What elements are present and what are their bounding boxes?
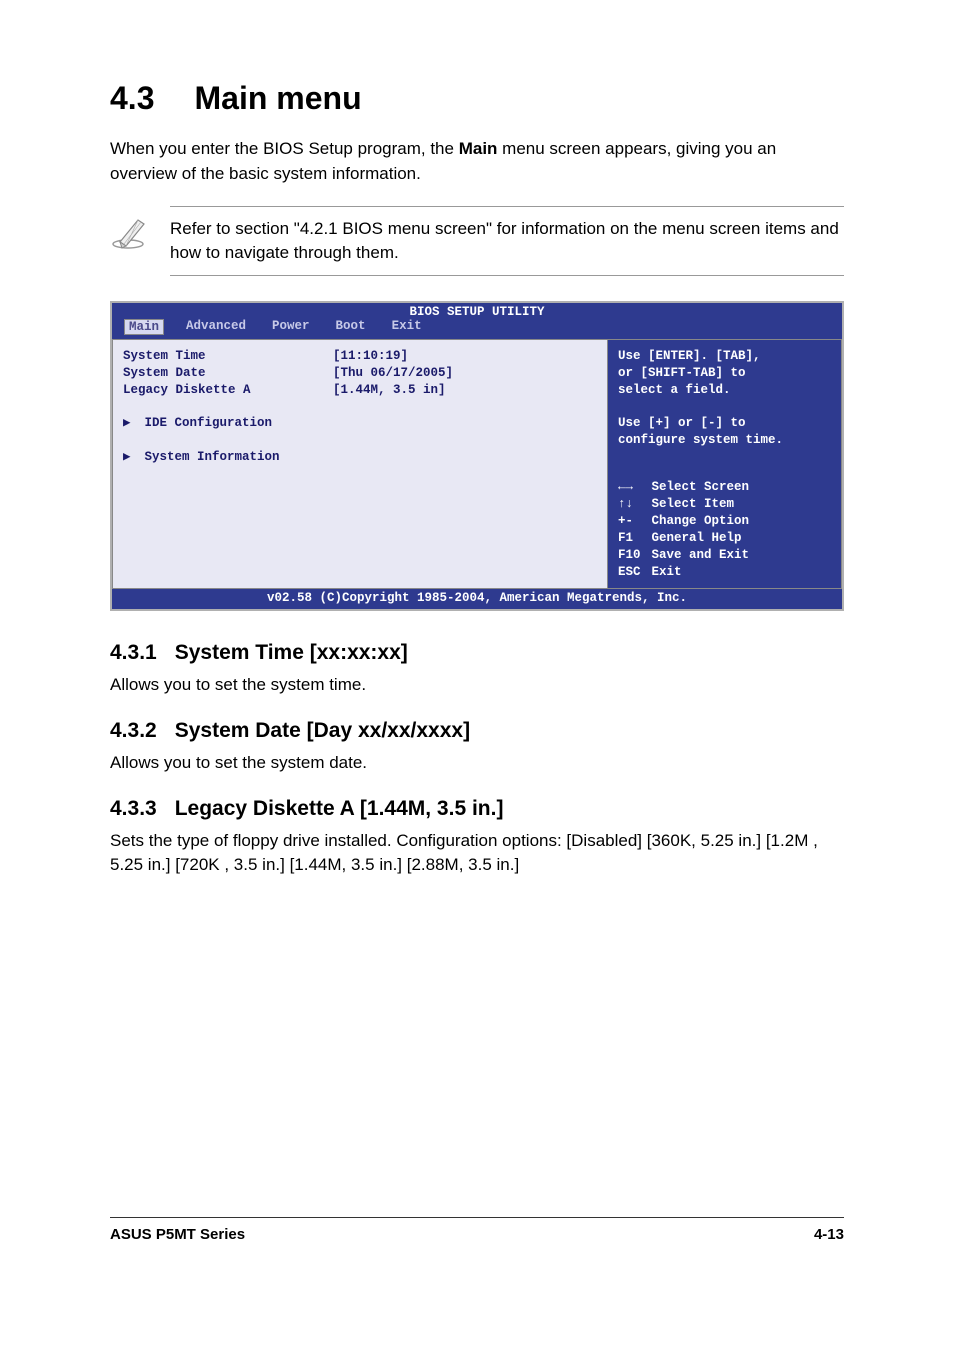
bios-tab-advanced: Advanced (182, 319, 250, 335)
note-text: Refer to section "4.2.1 BIOS menu screen… (170, 206, 844, 276)
bios-left-panel: System Time System Date Legacy Diskette … (112, 339, 607, 590)
arrows-ud-icon: ↑↓ (618, 496, 644, 513)
bios-nav-keys: ←→ Select Screen ↑↓ Select Item +- Chang… (618, 479, 831, 580)
note-callout: Refer to section "4.2.1 BIOS menu screen… (110, 206, 844, 276)
bios-value-system-date: [Thu 06/17/2005] (333, 365, 597, 382)
section-title: System Date [Day xx/xx/xxxx] (175, 719, 470, 742)
section-title: System Time [xx:xx:xx] (175, 641, 408, 664)
intro-before: When you enter the BIOS Setup program, t… (110, 139, 459, 158)
page-title: 4.3 Main menu (110, 80, 844, 117)
section-heading-legacy-diskette: 4.3.3 Legacy Diskette A [1.44M, 3.5 in.] (110, 797, 844, 821)
f10-key: F10 (618, 547, 644, 564)
bios-tab-exit: Exit (388, 319, 426, 335)
section-body-legacy-diskette: Sets the type of floppy drive installed.… (110, 829, 844, 877)
section-heading-system-time: 4.3.1 System Time [xx:xx:xx] (110, 641, 844, 665)
section-heading-system-date: 4.3.2 System Date [Day xx/xx/xxxx] (110, 719, 844, 743)
bios-screenshot: BIOS SETUP UTILITY Main Advanced Power B… (110, 301, 844, 612)
bios-help-panel: Use [ENTER]. [TAB], or [SHIFT-TAB] to se… (607, 339, 842, 590)
page-footer: ASUS P5MT Series 4-13 (110, 1217, 844, 1243)
bios-body: System Time System Date Legacy Diskette … (112, 339, 842, 590)
bios-tab-power: Power (268, 319, 314, 335)
section-number: 4.3.2 (110, 719, 157, 743)
section-number: 4.3.3 (110, 797, 157, 821)
bios-tab-main: Main (124, 319, 164, 335)
heading-number: 4.3 (110, 80, 154, 117)
bios-menu-system-information: ▶ System Information (123, 449, 333, 466)
plus-minus-key: +- (618, 513, 644, 530)
arrows-lr-icon: ←→ (618, 479, 644, 496)
bios-tab-boot: Boot (332, 319, 370, 335)
bios-help-text: Use [ENTER]. [TAB], or [SHIFT-TAB] to se… (618, 348, 831, 449)
bios-title: BIOS SETUP UTILITY (112, 303, 842, 319)
bios-value-legacy-diskette: [1.44M, 3.5 in] (333, 382, 597, 399)
bios-label-legacy-diskette: Legacy Diskette A (123, 382, 333, 399)
bios-menu-ide-configuration: ▶ IDE Configuration (123, 415, 333, 432)
footer-right: 4-13 (814, 1226, 844, 1243)
bios-tabs: Main Advanced Power Boot Exit (112, 319, 842, 339)
bios-label-system-date: System Date (123, 365, 333, 382)
heading-text: Main menu (194, 80, 361, 116)
intro-paragraph: When you enter the BIOS Setup program, t… (110, 137, 844, 186)
section-title: Legacy Diskette A [1.44M, 3.5 in.] (175, 797, 504, 820)
submenu-arrow-icon: ▶ (123, 415, 137, 432)
bios-footer: v02.58 (C)Copyright 1985-2004, American … (112, 589, 842, 609)
f1-key: F1 (618, 530, 644, 547)
bios-label-system-time: System Time (123, 348, 333, 365)
intro-main: Main (459, 139, 498, 158)
footer-left: ASUS P5MT Series (110, 1226, 245, 1243)
section-body-system-date: Allows you to set the system date. (110, 751, 844, 775)
section-number: 4.3.1 (110, 641, 157, 665)
submenu-arrow-icon: ▶ (123, 449, 137, 466)
esc-key: ESC (618, 564, 644, 581)
section-body-system-time: Allows you to set the system time. (110, 673, 844, 697)
bios-value-system-time: [11:10:19] (333, 348, 597, 365)
note-pencil-icon (110, 206, 170, 257)
